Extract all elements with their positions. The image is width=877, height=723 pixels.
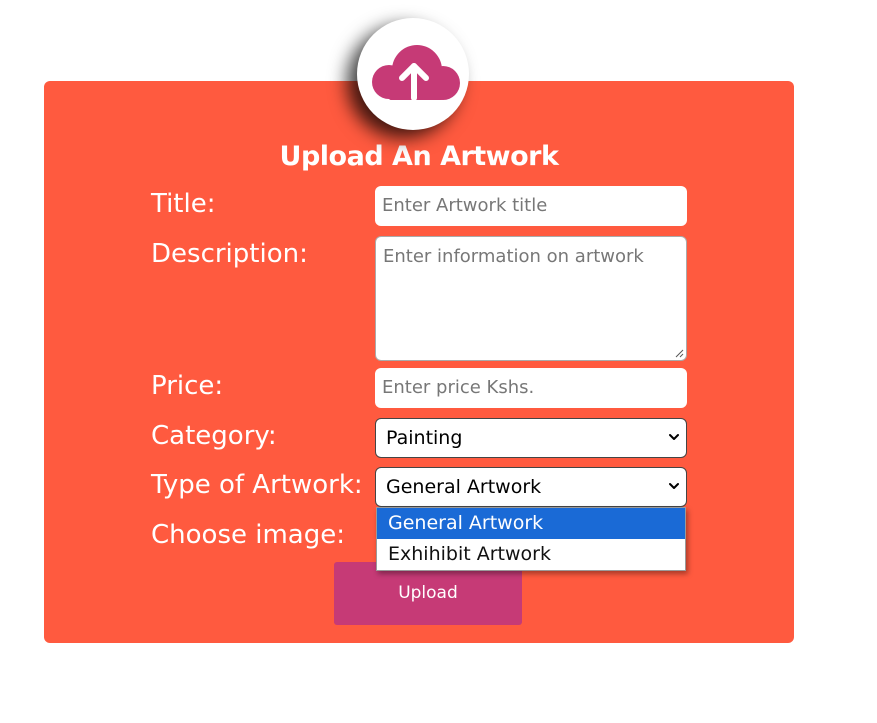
description-textarea[interactable]: Enter information on artwork bbox=[375, 236, 687, 361]
title-input[interactable]: Enter Artwork title bbox=[375, 186, 687, 226]
price-label: Price: bbox=[151, 371, 224, 401]
title-label: Title: bbox=[151, 189, 216, 219]
image-label: Choose image: bbox=[151, 520, 345, 550]
type-select[interactable]: General Artwork bbox=[375, 467, 687, 507]
upload-badge bbox=[357, 18, 469, 130]
category-select[interactable]: Painting bbox=[375, 418, 687, 458]
cloud-upload-icon bbox=[372, 45, 460, 101]
price-input[interactable]: Enter price Kshs. bbox=[375, 368, 687, 408]
type-select-dropdown: General Artwork Exhihibit Artwork bbox=[376, 507, 686, 571]
chevron-down-icon bbox=[669, 483, 679, 489]
type-option-general[interactable]: General Artwork bbox=[377, 508, 685, 539]
description-placeholder: Enter information on artwork bbox=[383, 246, 644, 267]
resize-grip-icon[interactable] bbox=[675, 349, 684, 358]
type-select-value: General Artwork bbox=[386, 476, 542, 498]
type-label: Type of Artwork: bbox=[151, 470, 363, 500]
upload-button[interactable]: Upload bbox=[334, 562, 522, 625]
category-label: Category: bbox=[151, 421, 277, 451]
type-option-exhibit[interactable]: Exhihibit Artwork bbox=[377, 539, 685, 570]
form-heading: Upload An Artwork bbox=[279, 141, 559, 172]
chevron-down-icon bbox=[669, 434, 679, 440]
category-select-value: Painting bbox=[386, 427, 463, 449]
description-label: Description: bbox=[151, 239, 308, 269]
